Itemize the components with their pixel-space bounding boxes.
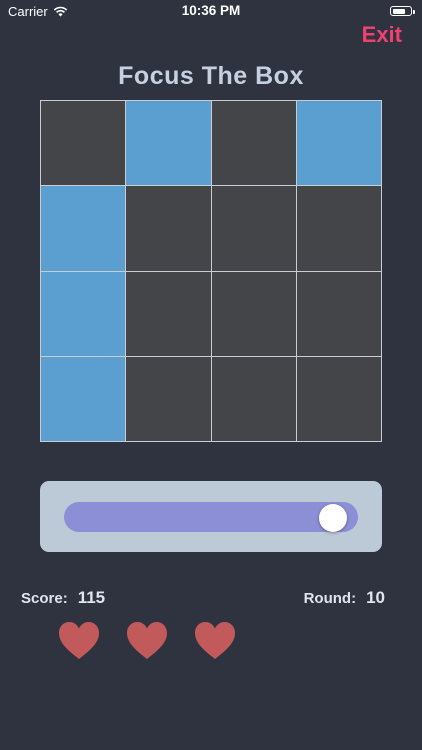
grid-cell-r2-c1[interactable] — [41, 186, 126, 271]
grid-cell-r2-c3[interactable] — [211, 186, 296, 271]
grid-cell-r4-c1[interactable] — [41, 356, 126, 441]
score-value: 115 — [77, 588, 106, 607]
grid-cell-r1-c1[interactable] — [41, 101, 126, 186]
game-screen: Carrier 10:36 PM Exit Focus The Box Scor… — [0, 0, 422, 750]
score-label: Score: — [21, 590, 68, 607]
battery-icon — [390, 6, 415, 16]
game-board — [40, 100, 382, 442]
grid-cell-r2-c2[interactable] — [126, 186, 211, 271]
grid-cell-r1-c2[interactable] — [126, 101, 211, 186]
round-value: 10 — [366, 588, 385, 607]
grid-cell-r1-c4[interactable] — [296, 101, 381, 186]
heart-icon — [195, 622, 235, 659]
grid-cell-r4-c2[interactable] — [126, 356, 211, 441]
grid-cell-r4-c3[interactable] — [211, 356, 296, 441]
lives-display — [58, 621, 236, 661]
slider-thumb[interactable] — [319, 504, 348, 532]
exit-button[interactable]: Exit — [362, 22, 402, 48]
slider-panel — [40, 481, 382, 552]
grid-cell-r2-c4[interactable] — [296, 186, 381, 271]
score-display: Score: 115 — [21, 588, 105, 608]
grid-cell-r3-c2[interactable] — [126, 271, 211, 356]
heart-icon — [59, 622, 99, 659]
status-time: 10:36 PM — [181, 3, 241, 18]
grid-cell-r4-c4[interactable] — [296, 356, 381, 441]
battery-fill — [392, 8, 405, 14]
page-title: Focus The Box — [118, 62, 304, 90]
grid-cell-r1-c3[interactable] — [211, 101, 296, 186]
round-display: Round: 10 — [304, 588, 385, 608]
grid-cell-r3-c3[interactable] — [211, 271, 296, 356]
grid-cell-r3-c4[interactable] — [296, 271, 381, 356]
round-label: Round: — [303, 590, 357, 607]
status-bar: Carrier 10:36 PM — [0, 0, 422, 22]
grid-cell-r3-c1[interactable] — [41, 271, 126, 356]
slider-track[interactable] — [64, 502, 358, 532]
heart-icon — [127, 622, 167, 659]
